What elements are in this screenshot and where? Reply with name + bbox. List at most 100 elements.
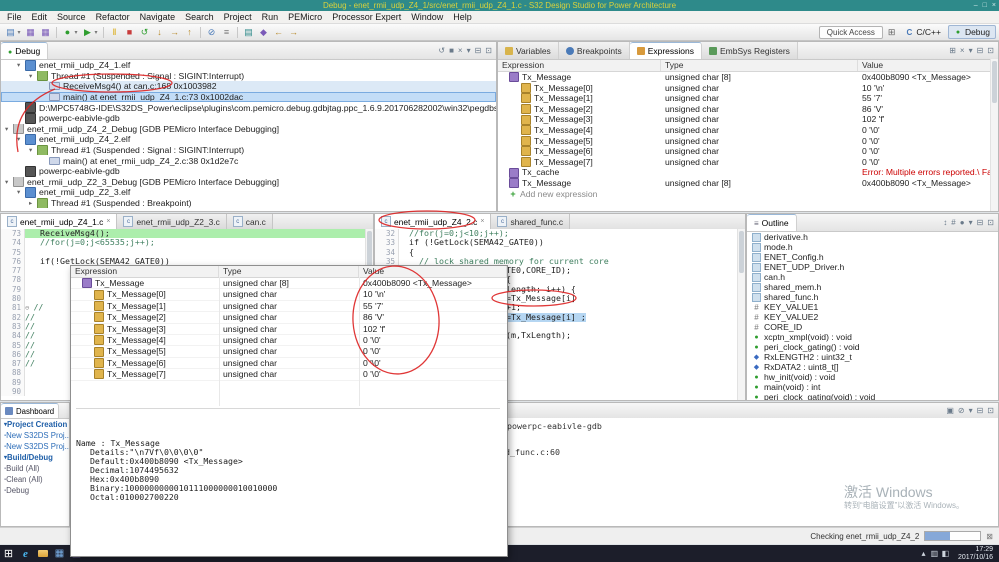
new-s32ds-project-link[interactable]: New S32DS Proj... <box>1 430 69 441</box>
forward-icon[interactable]: → <box>287 26 300 39</box>
outline-item-define[interactable]: CORE_ID <box>747 322 998 332</box>
tree-item-process[interactable]: powerpc-eabivle-gdb <box>1 112 496 124</box>
popup-expression-row[interactable]: Tx_Message[4] unsigned char 0 '\0' <box>71 335 507 347</box>
menu-window[interactable]: Window <box>406 12 448 22</box>
expression-row[interactable]: Tx_Message unsigned char [8] 0x400b8090 … <box>498 72 998 83</box>
outline-item-define[interactable]: KEY_VALUE2 <box>747 312 998 322</box>
column-type[interactable]: Type <box>219 266 359 277</box>
close-tab-icon[interactable] <box>106 218 110 225</box>
tab-variables[interactable]: Variables <box>498 42 559 59</box>
clear-console-icon[interactable]: ▣ <box>946 406 954 415</box>
open-perspective-icon[interactable]: ⊞ <box>888 27 896 38</box>
hide-static-members-icon[interactable]: ● <box>960 218 965 227</box>
debug-menu-icon[interactable]: ▾ <box>73 26 79 39</box>
explorer-icon[interactable] <box>34 545 51 562</box>
tree-item-stack-frame[interactable]: main() at enet_rmii_udp_Z4_2.c:38 0x1d2e… <box>1 155 496 166</box>
twistie-icon[interactable] <box>5 178 13 186</box>
new-menu-icon[interactable]: ▾ <box>16 26 22 39</box>
tree-item-stack-frame[interactable]: main() at enet_rmii_udp_Z4_1.c:73 0x1002… <box>1 91 496 103</box>
save-icon[interactable]: ▦ <box>24 26 37 39</box>
step-return-icon[interactable]: ↑ <box>183 26 196 39</box>
step-into-icon[interactable]: ↓ <box>153 26 166 39</box>
column-expression[interactable]: Expression <box>71 266 219 277</box>
minimize-icon[interactable]: ⊟ <box>977 46 984 55</box>
terminate-icon[interactable]: ■ <box>449 46 454 55</box>
editor-tab-z4-1[interactable]: enet_rmii_udp_Z4_1.c <box>1 214 118 229</box>
outline-item-include[interactable]: shared_func.h <box>747 292 998 302</box>
outline-item-function[interactable]: hw_init(void) : void <box>747 372 998 382</box>
maximize-icon[interactable]: ⊡ <box>987 46 994 55</box>
tray-expand-icon[interactable]: ▴ <box>918 545 929 562</box>
ie-icon[interactable]: e <box>17 545 34 562</box>
popup-expression-row[interactable]: Tx_Message[0] unsigned char 10 '\n' <box>71 289 507 301</box>
popup-expression-row[interactable]: Tx_Message[3] unsigned char 102 'f' <box>71 324 507 335</box>
view-menu-icon[interactable]: ▾ <box>969 218 973 227</box>
tree-item-thread[interactable]: Thread #1 (Suspended : Breakpoint) <box>1 197 496 209</box>
maximize-icon[interactable]: ⊡ <box>987 406 994 415</box>
expression-row[interactable]: Tx_Message[3] unsigned char 102 'f' <box>498 114 998 125</box>
perspective-cpp[interactable]: C/C++ <box>900 26 946 38</box>
s32ds-icon[interactable]: ▦ <box>51 545 68 562</box>
outline-item-function[interactable]: peri_clock_gating() : void <box>747 342 998 352</box>
expression-row[interactable]: Tx_Message unsigned char [8] 0x400b8090 … <box>498 178 998 189</box>
outline-item-include[interactable]: can.h <box>747 272 998 282</box>
clean-all-item[interactable]: Clean (All) <box>1 474 69 485</box>
menu-pemicro[interactable]: PEMicro <box>283 12 327 22</box>
minimize-icon[interactable]: ⊟ <box>977 218 984 227</box>
menu-project[interactable]: Project <box>219 12 257 22</box>
restart-icon[interactable]: ↺ <box>438 46 445 55</box>
scrollbar[interactable] <box>990 59 998 211</box>
tab-expressions[interactable]: Expressions <box>629 42 703 59</box>
perspective-debug[interactable]: Debug <box>947 25 996 39</box>
tree-item-stack-frame[interactable]: ReceiveMsg4() at can.c:168 0x1003982 <box>1 81 496 92</box>
tab-embsys-registers[interactable]: EmbSys Registers <box>702 42 798 59</box>
console-icon[interactable]: ▤ <box>242 26 255 39</box>
twistie-icon[interactable] <box>29 199 37 207</box>
outline-tab[interactable]: Outline <box>747 214 797 231</box>
tree-item-thread[interactable]: Thread #1 (Suspended : Signal : SIGINT:I… <box>1 70 496 82</box>
outline-item-variable[interactable]: RxLENGTH2 : uint32_t <box>747 352 998 362</box>
outline-item-include[interactable]: ENET_Config.h <box>747 252 998 262</box>
tree-item-thread[interactable]: Thread #1 (Suspended : Signal : SIGINT:I… <box>1 144 496 156</box>
popup-expression-row[interactable]: Tx_Message[1] unsigned char 55 '7' <box>71 301 507 313</box>
run-menu-icon[interactable]: ▾ <box>93 26 99 39</box>
twistie-icon[interactable] <box>17 61 25 69</box>
separator[interactable] <box>200 26 201 38</box>
menu-processor-expert[interactable]: Processor Expert <box>327 12 406 22</box>
menu-navigate[interactable]: Navigate <box>135 12 181 22</box>
column-type[interactable]: Type <box>661 60 858 71</box>
maximize-icon[interactable]: ⊡ <box>485 46 492 55</box>
terminate-icon[interactable]: ■ <box>123 26 136 39</box>
expression-row[interactable]: Tx_Message[6] unsigned char 0 '\0' <box>498 146 998 157</box>
outline-item-include[interactable]: ENET_UDP_Driver.h <box>747 262 998 272</box>
menu-edit[interactable]: Edit <box>27 12 53 22</box>
outline-item-function[interactable]: xcptn_xmpl(void) : void <box>747 332 998 342</box>
outline-item-function[interactable]: main(void) : int <box>747 382 998 392</box>
tray-network-icon[interactable]: ▥ <box>929 545 940 562</box>
remove-expression-icon[interactable]: × <box>960 46 965 55</box>
menu-source[interactable]: Source <box>52 12 91 22</box>
section-build-debug[interactable]: Build/Debug <box>1 452 69 463</box>
outline-item-variable[interactable]: RxDATA2 : uint8_t[] <box>747 362 998 372</box>
tree-item-process[interactable]: powerpc-eabivle-gdb <box>1 165 496 177</box>
suspend-icon[interactable]: ‖ <box>108 26 121 39</box>
close-tab-icon[interactable] <box>480 218 484 225</box>
tab-breakpoints[interactable]: Breakpoints <box>558 42 630 59</box>
view-menu-icon[interactable]: ▾ <box>467 46 471 55</box>
maximize-window-icon[interactable]: □ <box>983 0 987 11</box>
editor-tab-z4-2[interactable]: enet_rmii_udp_Z4_2.c <box>375 214 492 229</box>
minimize-window-icon[interactable]: – <box>974 0 978 11</box>
tree-item-process[interactable]: D:\MPC5748G-IDE\S32DS_Power\eclipse\plug… <box>1 102 496 113</box>
restart-icon[interactable]: ↺ <box>138 26 151 39</box>
pemicro-icon[interactable]: ◆ <box>257 26 270 39</box>
debug-item[interactable]: Debug <box>1 485 69 496</box>
view-menu-icon[interactable]: ▾ <box>969 46 973 55</box>
outline-item-include[interactable]: shared_mem.h <box>747 282 998 292</box>
scrollbar[interactable] <box>737 229 745 400</box>
taskbar-clock[interactable]: 17:29 2017/10/16 <box>955 546 996 562</box>
outline-item-include[interactable]: mode.h <box>747 242 998 252</box>
maximize-icon[interactable]: ⊡ <box>987 218 994 227</box>
expression-row[interactable]: Tx_cache Error: Multiple errors reported… <box>498 167 998 178</box>
column-value[interactable]: Value <box>359 266 507 277</box>
quick-access-button[interactable]: Quick Access <box>818 25 883 39</box>
